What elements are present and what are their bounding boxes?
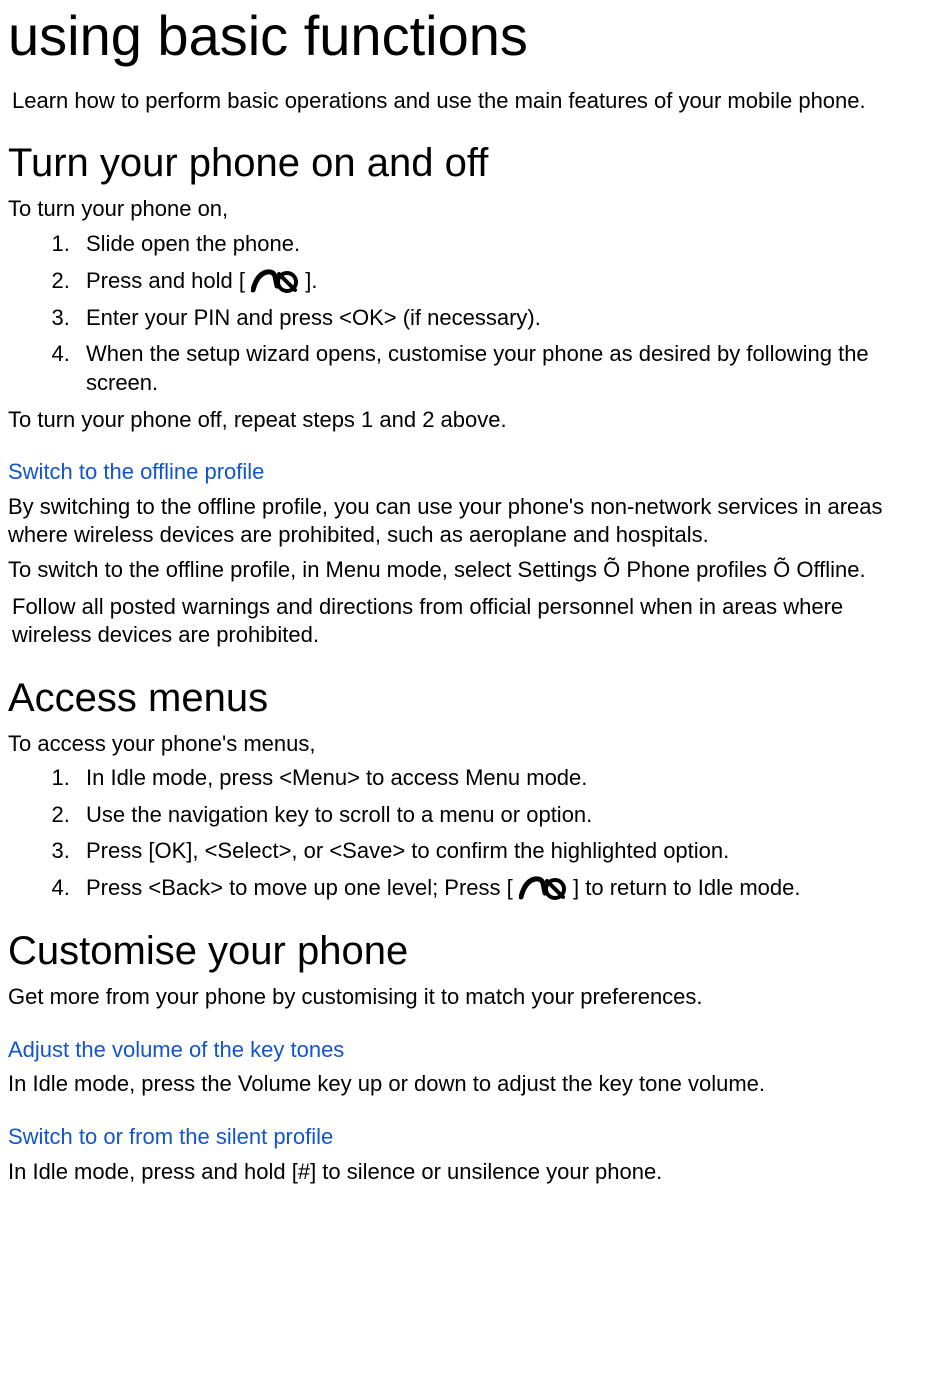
turn-on-steps: Slide open the phone. Press and hold [ ]… [8,230,920,398]
access-menus-steps: In Idle mode, press <Menu> to access Men… [8,764,920,903]
customise-intro: Get more from your phone by customising … [8,983,920,1012]
access-menus-intro: To access your phone's menus, [8,730,920,759]
step-text-before: Press <Back> to move up one level; Press… [86,875,519,900]
offline-profile-instruction: To switch to the offline profile, in Men… [8,556,920,585]
step-text-after: ]. [299,268,317,293]
step-setup-wizard: When the setup wizard opens, customise y… [76,340,920,397]
section-heading-access-menus: Access menus [8,672,920,724]
step-enter-pin: Enter your PIN and press <OK> (if necess… [76,304,920,333]
step-text-before: Press and hold [ [86,268,251,293]
turn-on-intro: To turn your phone on, [8,195,920,224]
section-heading-customise: Customise your phone [8,925,920,977]
step-navigation-key: Use the navigation key to scroll to a me… [76,801,920,830]
subheading-silent-profile: Switch to or from the silent profile [8,1123,920,1152]
power-icon [251,268,299,296]
subheading-offline-profile: Switch to the offline profile [8,458,920,487]
section-heading-turn-on-off: Turn your phone on and off [8,137,920,189]
offline-profile-description: By switching to the offline profile, you… [8,493,920,550]
step-slide-open: Slide open the phone. [76,230,920,259]
step-press-hold: Press and hold [ ]. [76,267,920,296]
offline-profile-warning: Follow all posted warnings and direction… [8,593,920,650]
page-title: using basic functions [8,0,920,73]
turn-off-note: To turn your phone off, repeat steps 1 a… [8,406,920,435]
volume-instruction: In Idle mode, press the Volume key up or… [8,1070,920,1099]
step-back-idle: Press <Back> to move up one level; Press… [76,874,920,903]
step-confirm-option: Press [OK], <Select>, or <Save> to confi… [76,837,920,866]
step-press-menu: In Idle mode, press <Menu> to access Men… [76,764,920,793]
step-text-after: ] to return to Idle mode. [567,875,801,900]
silent-profile-instruction: In Idle mode, press and hold [#] to sile… [8,1158,920,1187]
power-icon [519,875,567,903]
subheading-volume: Adjust the volume of the key tones [8,1036,920,1065]
intro-paragraph: Learn how to perform basic operations an… [8,87,920,116]
